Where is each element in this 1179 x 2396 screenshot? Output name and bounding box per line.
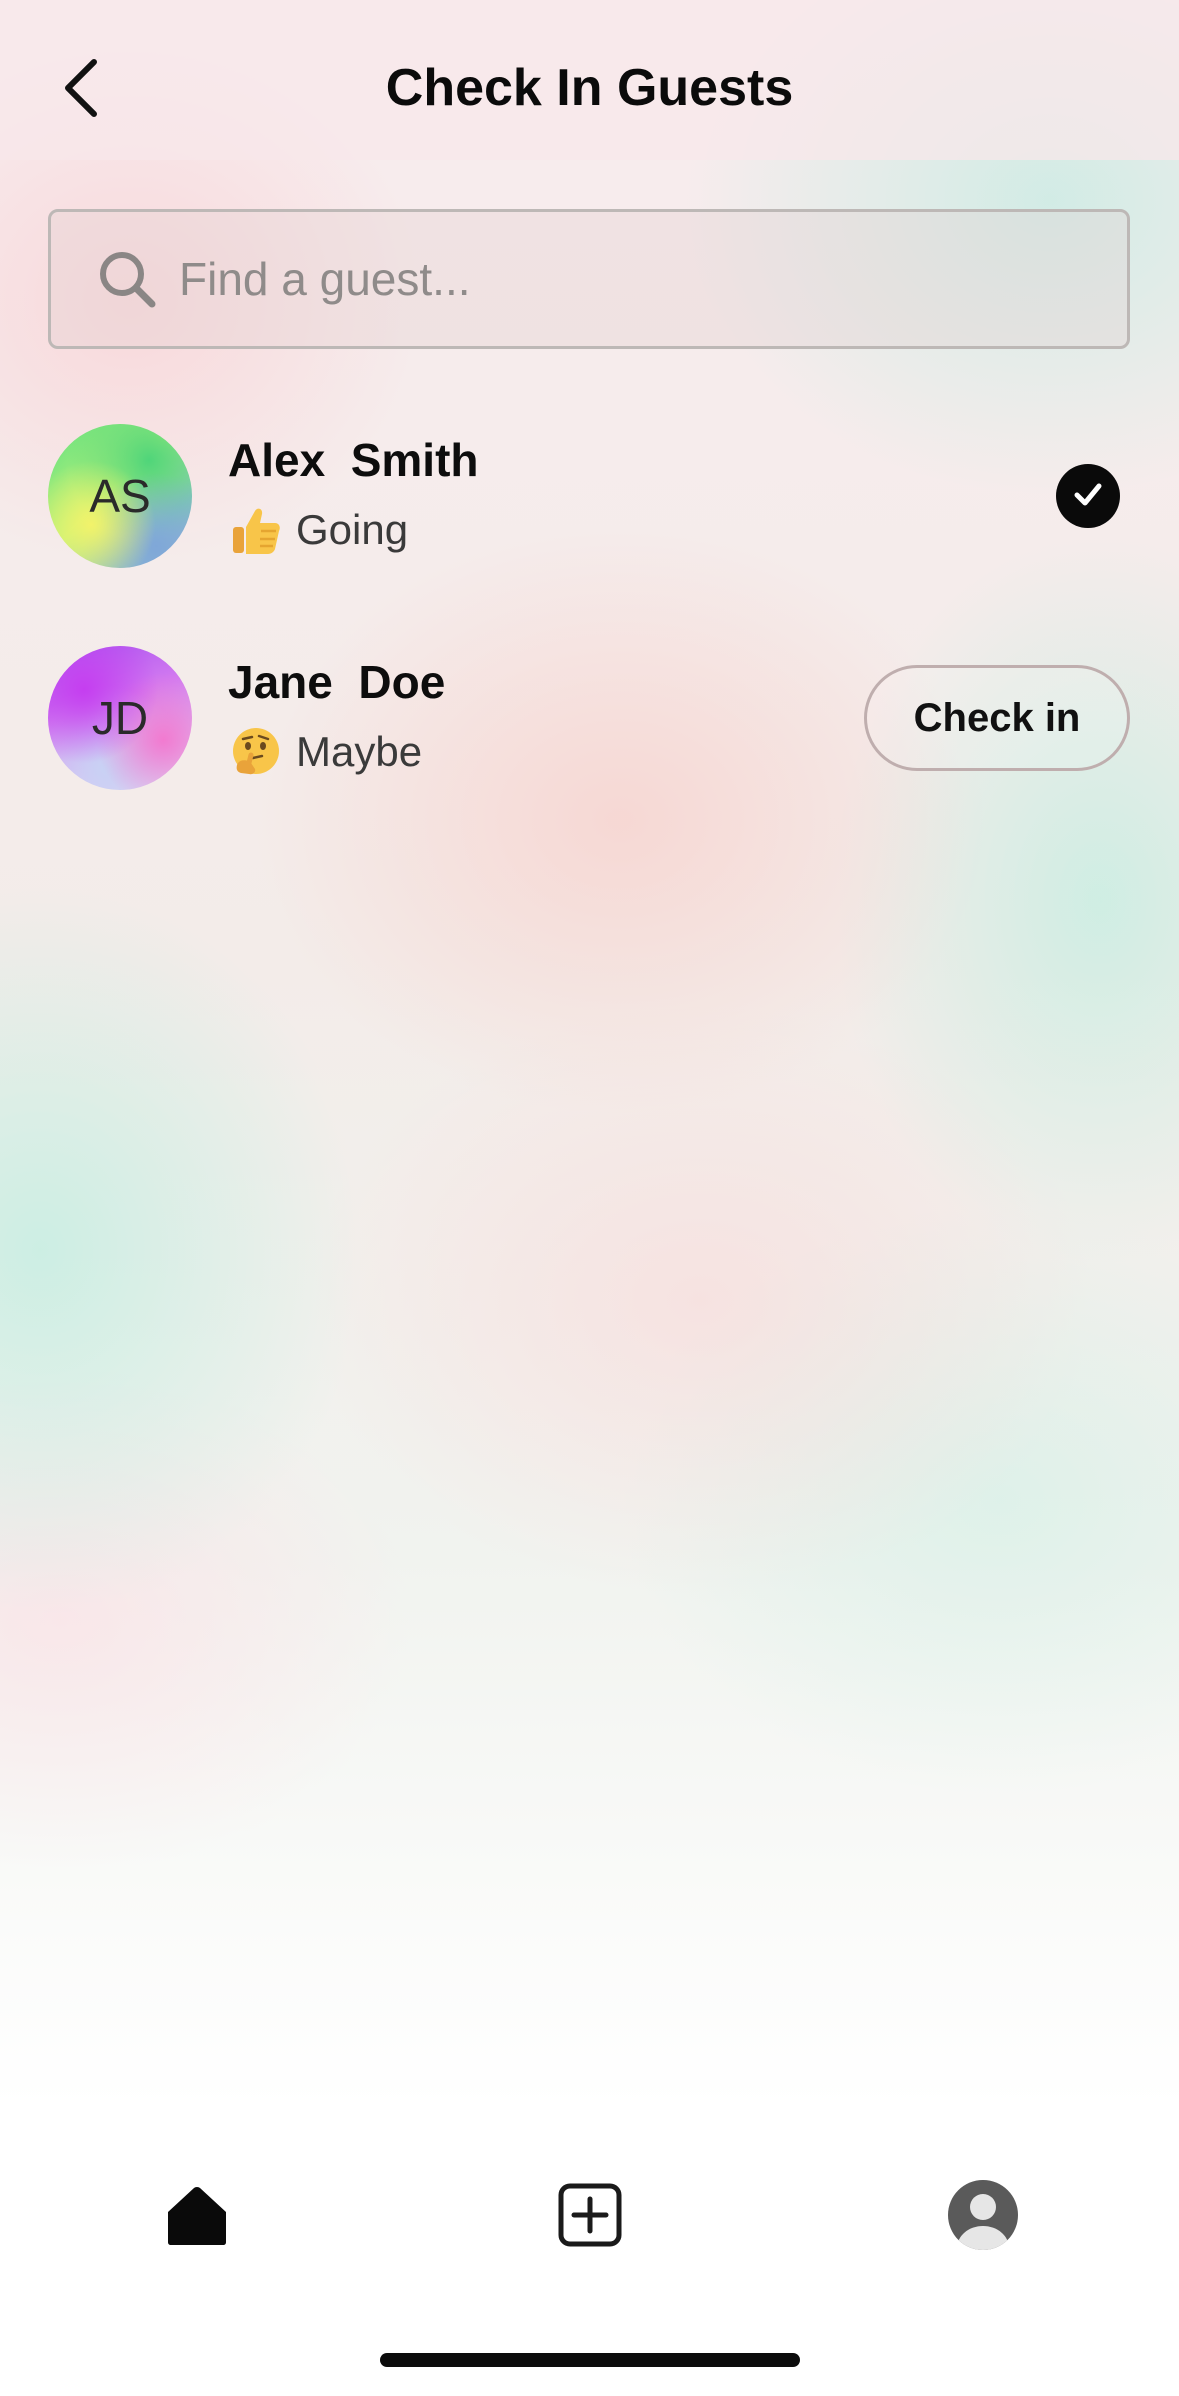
search-input[interactable] — [177, 228, 1127, 330]
guest-name: Jane Doe — [228, 656, 446, 708]
tab-create[interactable] — [545, 2172, 635, 2262]
add-square-icon — [557, 2182, 623, 2253]
avatar: JD — [48, 646, 192, 790]
search-icon — [95, 247, 159, 311]
status-label: Going — [296, 506, 409, 553]
thinking-face-icon — [228, 724, 284, 780]
search-bar[interactable] — [48, 209, 1130, 349]
check-in-button[interactable]: Check in — [864, 665, 1130, 771]
guest-row-jane-doe[interactable]: JD Jane Doe Maybe Check in — [48, 646, 1130, 792]
thumbs-up-icon — [228, 502, 284, 558]
gradient-background — [0, 0, 1179, 2396]
back-button[interactable] — [40, 40, 120, 140]
top-bar: Check In Guests — [0, 0, 1179, 160]
profile-icon — [946, 2178, 1020, 2257]
status-label: Maybe — [296, 728, 423, 775]
bottom-tab-bar — [0, 2130, 1179, 2290]
home-icon — [164, 2182, 230, 2253]
guest-row-alex-smith[interactable]: AS Alex Smith Going — [48, 424, 1130, 570]
guest-name: Alex Smith — [228, 434, 479, 486]
home-indicator — [380, 2353, 800, 2367]
page-title: Check In Guests — [385, 59, 794, 117]
tab-home[interactable] — [152, 2172, 242, 2262]
tab-profile[interactable] — [938, 2172, 1028, 2262]
checked-in-badge[interactable] — [1056, 464, 1120, 528]
checkmark-icon — [1071, 477, 1105, 516]
chevron-left-icon — [58, 56, 102, 125]
avatar: AS — [48, 424, 192, 568]
guest-rsvp-status: Maybe — [228, 724, 422, 780]
guest-rsvp-status: Going — [228, 502, 408, 558]
